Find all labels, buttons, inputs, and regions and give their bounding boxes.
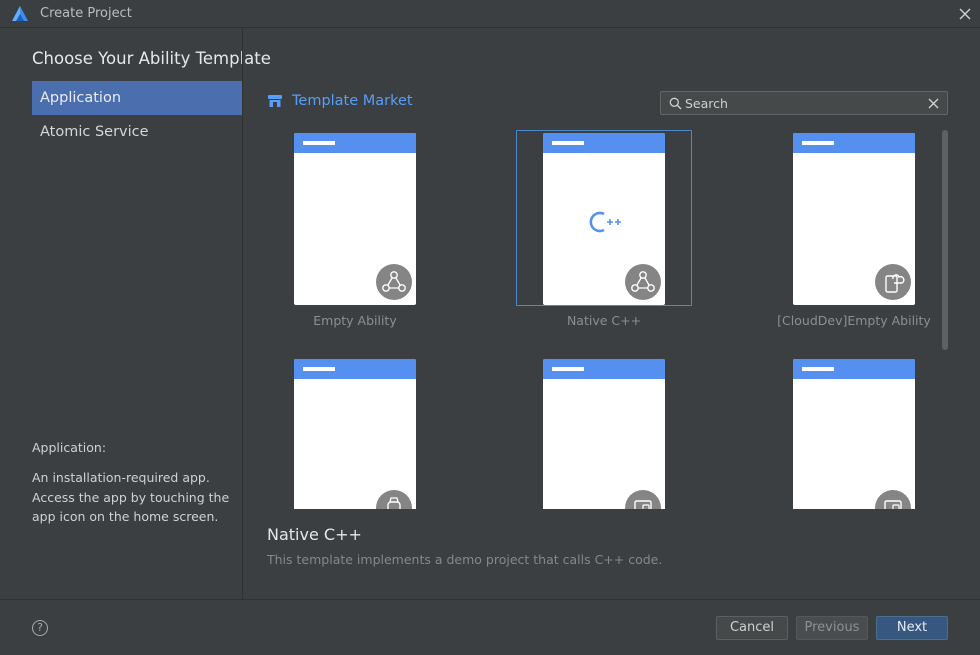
help-icon[interactable]: ? xyxy=(32,620,48,636)
gallery-scrollbar[interactable] xyxy=(942,130,948,350)
template-label: Native C++ xyxy=(566,313,642,328)
preview-header-bar xyxy=(543,359,665,379)
template-card-watch[interactable] xyxy=(267,356,443,509)
template-preview xyxy=(793,359,915,509)
tablet-icon xyxy=(875,490,911,509)
template-card-clouddev-empty-ability[interactable]: [CloudDev]Empty Ability xyxy=(766,130,940,330)
template-preview xyxy=(793,133,915,305)
cpp-icon xyxy=(589,211,621,233)
sidebar-item-atomic-service[interactable]: Atomic Service xyxy=(32,115,242,149)
preview-header-bar xyxy=(294,359,416,379)
template-preview xyxy=(294,359,416,509)
template-card-empty-ability[interactable]: Empty Ability xyxy=(267,130,443,330)
template-label: Empty Ability xyxy=(313,313,397,328)
template-market-label: Template Market xyxy=(292,93,413,109)
clear-icon[interactable] xyxy=(927,97,940,110)
template-card-tablet[interactable] xyxy=(516,356,692,509)
preview-header-bar xyxy=(793,133,915,153)
template-card-native-cpp[interactable]: Native C++ xyxy=(516,130,692,330)
page-title: Choose Your Ability Template xyxy=(32,49,271,68)
template-detail-description: This template implements a demo project … xyxy=(267,552,663,567)
cancel-button[interactable]: Cancel xyxy=(716,616,788,640)
template-gallery: Empty Ability Native C++ [CloudDev]Empty… xyxy=(260,125,940,509)
network-icon xyxy=(625,264,661,300)
window-title: Create Project xyxy=(40,6,132,21)
search-input[interactable] xyxy=(685,94,915,112)
template-market-link[interactable]: Template Market xyxy=(267,93,413,109)
title-bar: Create Project xyxy=(0,0,980,28)
cloud-device-icon xyxy=(875,264,911,300)
template-preview xyxy=(543,359,665,509)
preview-header-bar xyxy=(294,133,416,153)
description-title: Application: xyxy=(32,440,107,455)
template-label: [CloudDev]Empty Ability xyxy=(777,313,931,328)
sidebar-divider xyxy=(242,28,243,599)
search-icon xyxy=(669,97,682,110)
template-detail-title: Native C++ xyxy=(267,525,362,544)
preview-header-bar xyxy=(543,133,665,153)
footer-divider xyxy=(0,599,980,600)
template-preview xyxy=(543,133,665,305)
sidebar-item-application[interactable]: Application xyxy=(32,81,242,115)
template-preview xyxy=(294,133,416,305)
template-card-tablet-2[interactable] xyxy=(766,356,940,509)
close-icon[interactable] xyxy=(955,4,975,24)
network-icon xyxy=(376,264,412,300)
store-icon xyxy=(268,95,282,107)
next-button[interactable]: Next xyxy=(876,616,948,640)
preview-header-bar xyxy=(793,359,915,379)
watch-icon xyxy=(376,490,412,509)
tablet-icon xyxy=(625,490,661,509)
app-logo-icon xyxy=(12,6,28,21)
search-box[interactable] xyxy=(660,91,948,115)
description-text: An installation-required app. Access the… xyxy=(32,470,230,524)
previous-button[interactable]: Previous xyxy=(796,616,868,640)
